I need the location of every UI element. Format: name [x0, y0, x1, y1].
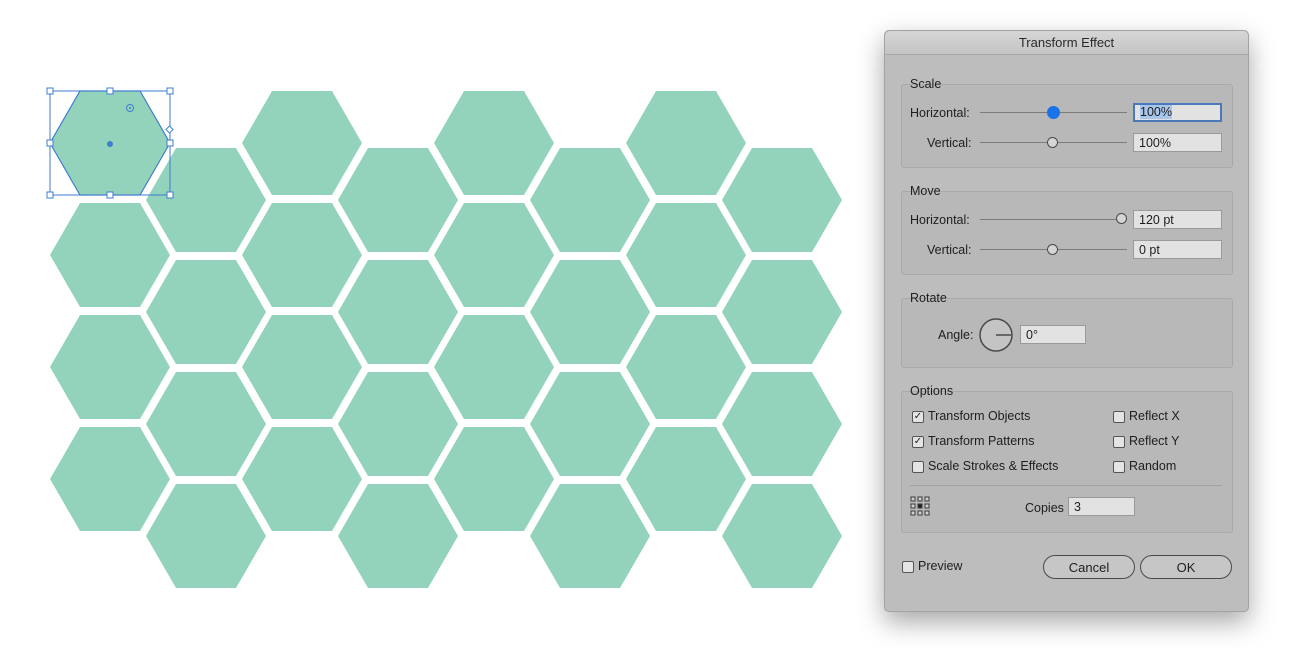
options-group-label: Options [910, 384, 954, 398]
artboard-canvas[interactable] [0, 0, 870, 657]
scale-vertical-label: Vertical: [927, 136, 972, 150]
move-vertical-slider-knob[interactable] [1047, 244, 1058, 255]
hexagon-shape[interactable] [722, 484, 842, 588]
scale-vertical-slider-knob[interactable] [1047, 137, 1058, 148]
rotate-angle-label: Angle: [938, 328, 974, 342]
hexagon-pattern[interactable] [50, 91, 842, 588]
scale-strokes-label: Scale Strokes & Effects [928, 459, 1059, 473]
reference-point-locator-icon[interactable] [910, 496, 930, 516]
reflect-x-checkbox[interactable] [1113, 411, 1125, 423]
move-horizontal-input[interactable]: 120 pt [1133, 210, 1222, 229]
scale-strokes-checkbox[interactable] [912, 461, 924, 473]
hexagon-shape[interactable] [50, 427, 170, 531]
selection-handle[interactable] [46, 87, 54, 95]
copies-label: Copies [1025, 501, 1064, 515]
move-vertical-label: Vertical: [927, 243, 972, 257]
selection-handle[interactable] [46, 191, 54, 199]
corner-widget-icon[interactable] [165, 125, 174, 134]
hexagon-shape[interactable] [530, 372, 650, 476]
hexagon-shape[interactable] [146, 148, 266, 252]
hexagon-shape[interactable] [530, 148, 650, 252]
ok-button[interactable]: OK [1140, 555, 1232, 579]
hexagon-shape[interactable] [626, 427, 746, 531]
random-label: Random [1129, 459, 1177, 473]
hexagon-shape[interactable] [434, 315, 554, 419]
hexagon-shape[interactable] [434, 203, 554, 307]
hexagon-shape[interactable] [338, 260, 458, 364]
selection-handle[interactable] [106, 87, 114, 95]
hexagon-shape[interactable] [50, 315, 170, 419]
hexagon-shape[interactable] [722, 148, 842, 252]
copies-input[interactable]: 3 [1068, 497, 1135, 516]
selection-handle[interactable] [106, 191, 114, 199]
reflect-y-checkbox[interactable] [1113, 436, 1125, 448]
angle-dial-icon[interactable] [978, 317, 1014, 353]
scale-horizontal-label: Horizontal: [910, 106, 970, 120]
preview-checkbox[interactable] [902, 561, 914, 573]
selection-handle[interactable] [166, 139, 174, 147]
hexagon-shape[interactable] [338, 484, 458, 588]
hexagon-shape[interactable] [338, 148, 458, 252]
hexagon-shape[interactable] [722, 260, 842, 364]
move-horizontal-slider-knob[interactable] [1116, 213, 1127, 224]
hexagon-shape[interactable] [626, 315, 746, 419]
hexagon-shape[interactable] [146, 372, 266, 476]
reflect-y-label: Reflect Y [1129, 434, 1180, 448]
hexagon-shape[interactable] [242, 91, 362, 195]
selection-handle[interactable] [166, 191, 174, 199]
hexagon-shape[interactable] [338, 372, 458, 476]
move-horizontal-label: Horizontal: [910, 213, 970, 227]
transform-objects-checkbox[interactable]: ✓ [912, 411, 924, 423]
hexagon-shape[interactable] [626, 91, 746, 195]
hexagon-shape[interactable] [146, 260, 266, 364]
transform-effect-dialog: Transform Effect Scale Horizontal: 100% … [884, 30, 1249, 612]
move-group [901, 191, 1233, 275]
scale-horizontal-input[interactable]: 100% [1133, 103, 1222, 122]
selection-handle[interactable] [166, 87, 174, 95]
selection-handle[interactable] [46, 139, 54, 147]
dialog-title: Transform Effect [885, 31, 1248, 55]
preview-label: Preview [918, 559, 963, 573]
rotate-group-label: Rotate [910, 291, 947, 305]
hexagon-shape[interactable] [530, 260, 650, 364]
center-point-icon [107, 141, 113, 147]
hexagon-shape[interactable] [722, 372, 842, 476]
transform-objects-label: Transform Objects [928, 409, 1031, 423]
hexagon-shape[interactable] [146, 484, 266, 588]
hexagon-shape[interactable] [626, 203, 746, 307]
hexagon-shape[interactable] [434, 91, 554, 195]
scale-group [901, 84, 1233, 168]
hexagon-shape[interactable] [242, 315, 362, 419]
transform-patterns-checkbox[interactable]: ✓ [912, 436, 924, 448]
random-checkbox[interactable] [1113, 461, 1125, 473]
reflect-x-label: Reflect X [1129, 409, 1180, 423]
hexagon-shape[interactable] [530, 484, 650, 588]
scale-horizontal-slider-knob[interactable] [1047, 106, 1060, 119]
move-group-label: Move [910, 184, 941, 198]
hexagon-shape[interactable] [50, 203, 170, 307]
hexagon-shape[interactable] [242, 203, 362, 307]
hexagon-shape[interactable] [434, 427, 554, 531]
scale-vertical-input[interactable]: 100% [1133, 133, 1222, 152]
scale-group-label: Scale [910, 77, 942, 91]
move-horizontal-slider-track[interactable] [980, 219, 1127, 220]
options-divider [910, 485, 1222, 486]
hexagon-shape[interactable] [242, 427, 362, 531]
cancel-button[interactable]: Cancel [1043, 555, 1135, 579]
transform-patterns-label: Transform Patterns [928, 434, 1035, 448]
rotate-angle-input[interactable]: 0° [1020, 325, 1086, 344]
move-vertical-input[interactable]: 0 pt [1133, 240, 1222, 259]
